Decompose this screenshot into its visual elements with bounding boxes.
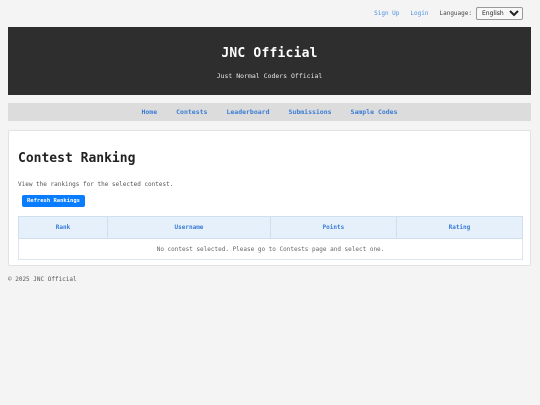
column-header-rating[interactable]: Rating	[395, 216, 524, 239]
page-title: Contest Ranking	[18, 151, 136, 166]
top-bar: Sign Up Login Language: English	[0, 0, 540, 26]
signup-link[interactable]: Sign Up	[374, 10, 399, 17]
nav-item-submissions[interactable]: Submissions	[289, 108, 332, 116]
table-header-row: Rank Username Points Rating	[17, 216, 524, 239]
nav-item-leaderboard[interactable]: Leaderboard	[226, 108, 269, 116]
table-row: No contest selected. Please go to Contes…	[18, 238, 523, 260]
empty-state-message: No contest selected. Please go to Contes…	[18, 238, 523, 260]
column-header-points[interactable]: Points	[269, 216, 397, 239]
login-link[interactable]: Login	[410, 10, 428, 17]
language-label: Language:	[439, 9, 472, 17]
site-header: JNC Official Just Normal Coders Official	[8, 27, 531, 95]
column-header-rank[interactable]: Rank	[17, 216, 109, 239]
language-select[interactable]: English	[476, 6, 523, 20]
site-subtitle: Just Normal Coders Official	[216, 72, 323, 80]
column-header-username[interactable]: Username	[107, 216, 271, 239]
refresh-rankings-button[interactable]: Refresh Rankings	[22, 195, 85, 207]
main-nav: Home Contests Leaderboard Submissions Sa…	[8, 103, 531, 121]
main-content: Contest Ranking View the rankings for th…	[8, 130, 531, 266]
site-title: JNC Official	[221, 46, 318, 61]
ranking-table: Rank Username Points Rating No contest s…	[17, 216, 524, 260]
nav-item-home[interactable]: Home	[141, 108, 157, 116]
nav-item-sample-codes[interactable]: Sample Codes	[351, 108, 398, 116]
nav-item-contests[interactable]: Contests	[176, 108, 207, 116]
page-description: View the rankings for the selected conte…	[18, 181, 174, 188]
footer-copyright: © 2025 JNC Official	[8, 276, 77, 283]
